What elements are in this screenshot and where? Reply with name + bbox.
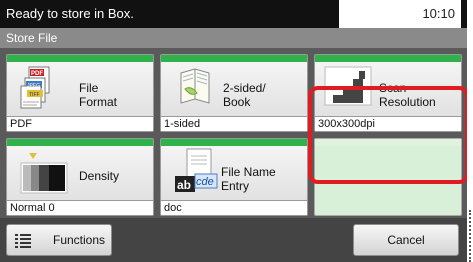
status-time: 10:10	[339, 0, 461, 28]
icon-text-cde: cde	[196, 176, 214, 188]
file-name-entry-icon: ab cde	[173, 148, 221, 201]
scan-resolution-button[interactable]: Scan Resolution 300x300dpi	[314, 54, 462, 132]
list-icon	[15, 234, 31, 248]
density-label: Density	[79, 169, 120, 183]
status-message: Ready to store in Box.	[6, 6, 134, 21]
file-name-entry-value: doc	[161, 200, 307, 215]
density-value: Normal 0	[7, 200, 153, 215]
tile-accent-bar	[315, 139, 461, 146]
scan-resolution-icon	[323, 65, 375, 114]
duplex-book-button[interactable]: 2-sided/ Book 1-sided	[160, 54, 308, 132]
jpeg-badge: JPEG	[27, 83, 40, 89]
screen: Ready to store in Box. 10:10 Store File …	[0, 0, 467, 262]
tile-accent-bar	[315, 55, 461, 62]
file-name-entry-button[interactable]: ab cde File Name Entry doc	[160, 138, 308, 216]
duplex-book-label: 2-sided/ Book	[223, 81, 266, 109]
functions-button[interactable]: Functions	[6, 224, 112, 256]
duplex-book-label-line2: Book	[223, 95, 251, 109]
title-bar: Store File	[0, 28, 467, 48]
duplex-book-icon	[177, 67, 213, 112]
scan-resolution-value: 300x300dpi	[315, 116, 461, 131]
page-title: Store File	[6, 31, 58, 45]
file-format-label: File Format	[79, 81, 117, 109]
file-name-entry-label: File Name Entry	[221, 165, 276, 193]
duplex-book-label-line1: 2-sided/	[223, 81, 266, 95]
tile-accent-bar	[161, 139, 307, 146]
file-format-button[interactable]: PDF JPEG TIFF File Format PDF	[6, 54, 154, 132]
functions-label: Functions	[53, 233, 106, 247]
file-name-entry-label-line2: Entry	[221, 179, 250, 193]
duplex-book-value: 1-sided	[161, 116, 307, 131]
scan-resolution-label-line2: Resolution	[379, 95, 436, 109]
status-bar: Ready to store in Box. 10:10	[0, 0, 467, 28]
scan-resolution-label-line1: Scan	[379, 81, 407, 95]
icon-text-ab: ab	[177, 178, 191, 192]
dotted-edge	[469, 210, 471, 262]
file-format-icon: PDF JPEG TIFF	[19, 66, 63, 115]
bottom-bar: Functions Cancel	[0, 218, 467, 262]
file-name-entry-label-line1: File Name	[221, 165, 276, 179]
cancel-button[interactable]: Cancel	[353, 224, 459, 256]
file-format-label-line2: Format	[79, 95, 118, 109]
tiff-badge: TIFF	[29, 92, 40, 98]
file-format-value: PDF	[7, 116, 153, 131]
scan-resolution-label: Scan Resolution	[379, 81, 436, 109]
file-format-label-line1: File	[79, 81, 99, 95]
empty-tile	[314, 138, 462, 216]
density-button[interactable]: Density Normal 0	[6, 138, 154, 216]
tile-accent-bar	[161, 55, 307, 62]
density-icon	[19, 151, 69, 200]
tile-accent-bar	[7, 139, 153, 146]
function-grid: PDF JPEG TIFF File Format PDF 2-sided/ B…	[6, 48, 467, 218]
tile-accent-bar	[7, 55, 153, 62]
pdf-badge: PDF	[31, 71, 43, 77]
